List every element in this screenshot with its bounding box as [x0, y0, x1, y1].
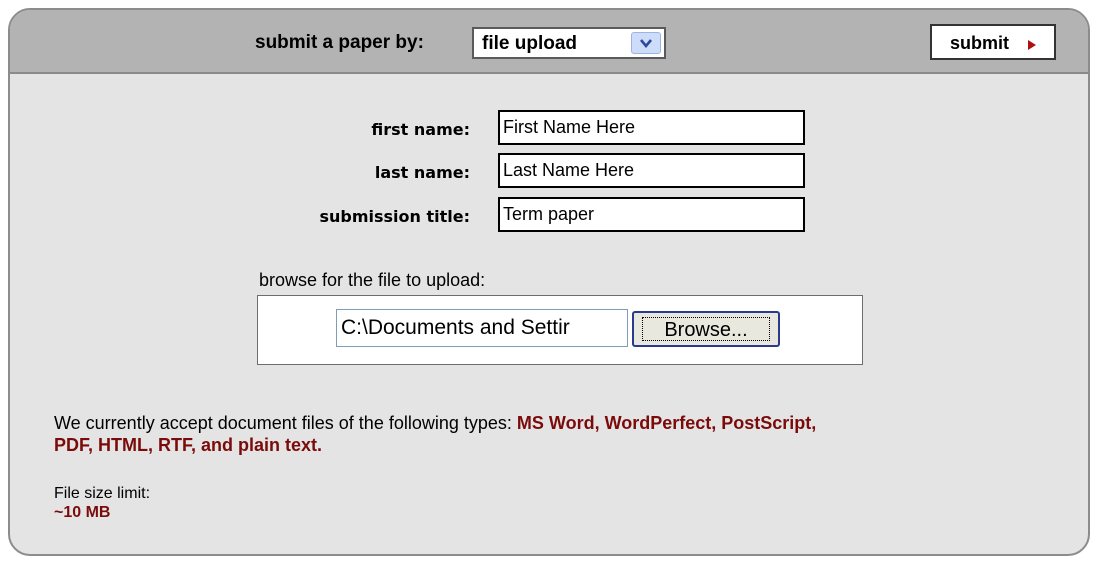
submit-by-label: submit a paper by: [255, 32, 424, 53]
submit-button[interactable]: submit [930, 24, 1056, 60]
submission-panel: submit a paper by: file upload submit fi… [8, 8, 1090, 556]
accepted-types-list-1: MS Word, WordPerfect, PostScript, [516, 413, 817, 433]
last-name-label: last name: [374, 163, 470, 182]
browse-button[interactable]: Browse... [632, 311, 780, 347]
accepted-types-list-2: PDF, HTML, RTF, and plain text. [54, 435, 323, 455]
accepted-types-prefix: We currently accept document files of th… [54, 413, 517, 433]
upload-box: Browse... [257, 295, 863, 365]
browse-label: browse for the file to upload: [259, 270, 486, 290]
accepted-types-text: We currently accept document files of th… [54, 412, 1054, 456]
submission-method-value: file upload [482, 33, 577, 54]
file-size-label: File size limit: [54, 485, 151, 502]
last-name-field[interactable] [498, 153, 805, 188]
submission-title-label: submission title: [319, 207, 470, 226]
browse-button-label: Browse... [642, 317, 770, 341]
header-bar: submit a paper by: file upload submit [10, 10, 1088, 74]
chevron-down-icon[interactable] [631, 32, 661, 54]
first-name-label: first name: [371, 120, 470, 139]
file-path-field[interactable] [336, 309, 628, 347]
submission-method-select[interactable]: file upload [472, 27, 666, 59]
caret-right-icon [1027, 38, 1037, 56]
submit-button-label: submit [950, 33, 1010, 53]
file-size-value: ~10 MB [54, 504, 111, 521]
submission-title-field[interactable] [498, 197, 805, 232]
first-name-field[interactable] [498, 110, 805, 145]
